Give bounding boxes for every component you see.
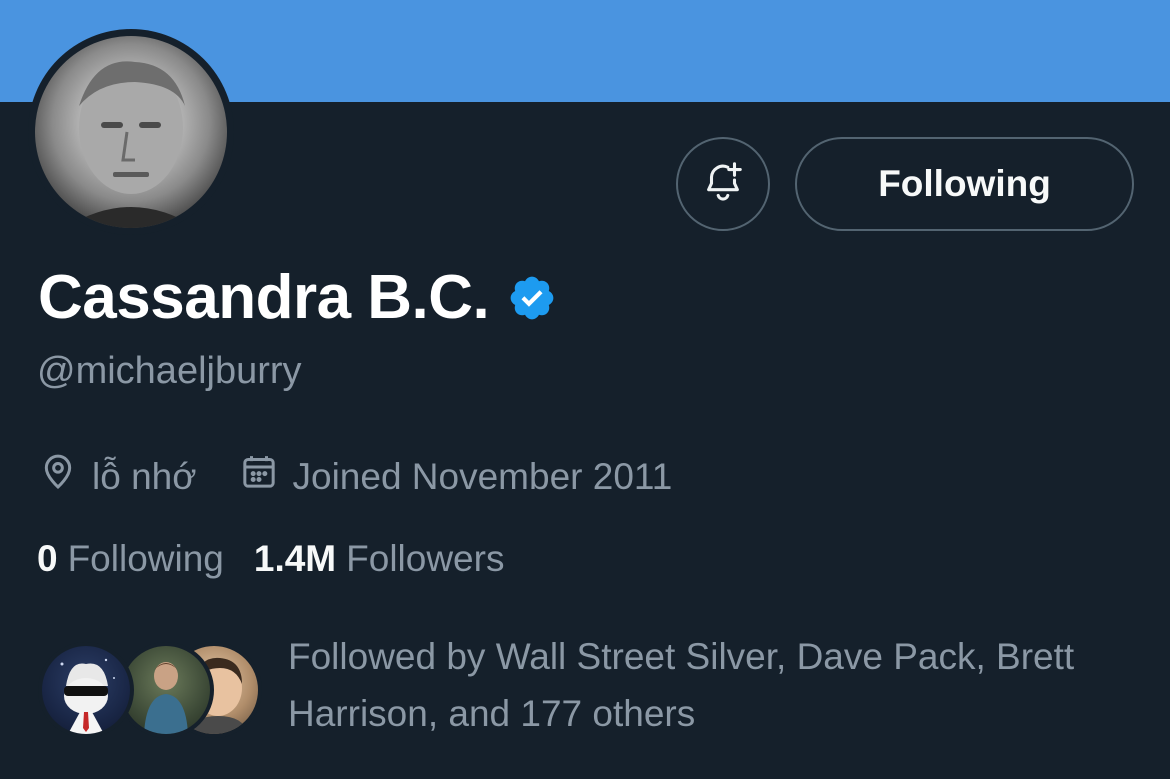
notification-bell-button[interactable] — [676, 137, 770, 231]
location-pin-icon — [38, 452, 92, 501]
followers-count: 1.4M — [253, 538, 337, 579]
profile-meta-row: lỗ nhớ Joined November 2011 — [38, 452, 672, 501]
joined-item: Joined November 2011 — [239, 452, 673, 501]
joined-date-text: Joined November 2011 — [292, 455, 673, 497]
follow-stats-row: 0 Following 1.4M Followers — [37, 538, 504, 580]
calendar-icon — [239, 452, 293, 501]
followed-by-avatars[interactable] — [38, 642, 262, 738]
profile-handle: @michaeljburry — [37, 350, 302, 392]
following-count: 0 — [37, 538, 58, 579]
display-name-row: Cassandra B.C. — [38, 262, 557, 333]
notification-bell-plus-icon — [700, 159, 746, 210]
location-item: lỗ nhớ — [38, 452, 197, 501]
location-text: lỗ nhớ — [92, 455, 197, 497]
profile-avatar[interactable] — [28, 29, 234, 235]
following-label: Following — [67, 538, 224, 579]
follower-avatar — [38, 642, 134, 738]
followers-label: Followers — [346, 538, 505, 579]
following-button[interactable]: Following — [795, 137, 1134, 231]
verified-badge-icon[interactable] — [507, 273, 557, 323]
followers-count-link[interactable]: 1.4M Followers — [254, 538, 505, 580]
avatar-photo — [35, 36, 227, 228]
following-count-link[interactable]: 0 Following — [37, 538, 224, 580]
followed-by-text[interactable]: Followed by Wall Street Silver, Dave Pac… — [288, 628, 1148, 742]
display-name: Cassandra B.C. — [38, 263, 490, 332]
